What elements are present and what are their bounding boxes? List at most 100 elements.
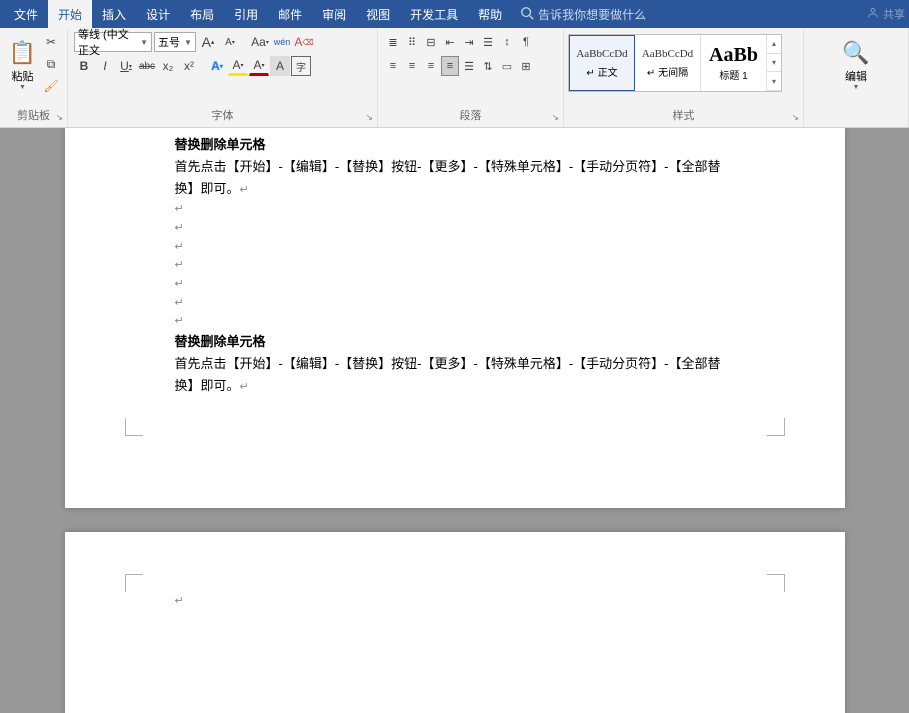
share-icon bbox=[866, 6, 880, 23]
tab-layout[interactable]: 布局 bbox=[180, 0, 224, 29]
tab-references[interactable]: 引用 bbox=[224, 0, 268, 29]
share-button[interactable]: 共享 bbox=[866, 6, 905, 23]
align-right-icon: ≡ bbox=[428, 60, 434, 72]
styles-scroll-down[interactable]: ▾ bbox=[767, 54, 781, 73]
scissors-icon: ✂ bbox=[46, 35, 56, 49]
copy-button[interactable]: ⧉ bbox=[41, 54, 61, 74]
tab-mailings[interactable]: 邮件 bbox=[268, 0, 312, 29]
char-border-button[interactable]: 字 bbox=[291, 56, 311, 76]
style-normal[interactable]: AaBbCcDd ↵ 正文 bbox=[569, 35, 635, 91]
font-launcher[interactable]: ↘ bbox=[365, 112, 373, 123]
search-icon bbox=[520, 6, 534, 23]
menu-tab-bar: 文件 开始 插入 设计 布局 引用 邮件 审阅 视图 开发工具 帮助 告诉我你想… bbox=[0, 0, 909, 28]
show-marks-button[interactable]: ¶ bbox=[517, 32, 535, 52]
superscript-button[interactable]: x² bbox=[179, 56, 199, 76]
font-color-button[interactable]: A▾ bbox=[249, 56, 269, 76]
format-painter-button[interactable]: 🖌 bbox=[41, 76, 61, 96]
tell-me-label: 告诉我你想要做什么 bbox=[538, 6, 646, 23]
bold-button[interactable]: B bbox=[74, 56, 94, 76]
paragraph-launcher[interactable]: ↘ bbox=[551, 112, 559, 123]
editing-button[interactable]: 🔍 编辑 ▼ bbox=[835, 32, 877, 98]
page-corner bbox=[767, 418, 785, 436]
paragraph-mark: ↵ bbox=[175, 256, 735, 275]
clear-formatting-button[interactable]: A⌫ bbox=[294, 32, 314, 52]
group-font: 等线 (中文正文▼ 五号▼ A▴ A▾ Aa▾ wén A⌫ B I U▾ ab… bbox=[68, 28, 378, 127]
page-corner bbox=[125, 418, 143, 436]
line-spacing-button[interactable]: ⇅ bbox=[479, 56, 497, 76]
direction-icon: ☰ bbox=[483, 36, 493, 49]
text-direction-button[interactable]: ☰ bbox=[479, 32, 497, 52]
tell-me-search[interactable]: 告诉我你想要做什么 bbox=[520, 6, 646, 23]
bullets-icon: ≣ bbox=[388, 36, 397, 49]
tab-developer[interactable]: 开发工具 bbox=[400, 0, 468, 29]
align-center-icon: ≡ bbox=[409, 60, 415, 72]
paragraph-mark: ↵ bbox=[175, 312, 735, 331]
tab-view[interactable]: 视图 bbox=[356, 0, 400, 29]
tab-help[interactable]: 帮助 bbox=[468, 0, 512, 29]
align-right-button[interactable]: ≡ bbox=[422, 56, 440, 76]
styles-scroll-up[interactable]: ▴ bbox=[767, 35, 781, 54]
align-left-button[interactable]: ≡ bbox=[384, 56, 402, 76]
highlight-button[interactable]: A▾ bbox=[228, 56, 248, 76]
styles-gallery: AaBbCcDd ↵ 正文 AaBbCcDd ↵ 无间隔 AaBb 标题 1 ▴… bbox=[568, 34, 782, 92]
shrink-font-button[interactable]: A▾ bbox=[220, 32, 240, 52]
line-spacing-icon: ⇅ bbox=[483, 60, 492, 73]
eraser-icon: ⌫ bbox=[302, 38, 313, 47]
style-heading1[interactable]: AaBb 标题 1 bbox=[701, 35, 767, 91]
document-area[interactable]: 替换删除单元格 首先点击【开始】-【编辑】-【替换】按钮-【更多】-【特殊单元格… bbox=[0, 128, 909, 713]
tab-file[interactable]: 文件 bbox=[4, 0, 48, 29]
shading-button[interactable]: ▭ bbox=[498, 56, 516, 76]
styles-launcher[interactable]: ↘ bbox=[791, 112, 799, 123]
cut-button[interactable]: ✂ bbox=[41, 32, 61, 52]
paragraph-mark: ↵ bbox=[175, 238, 735, 257]
doc-heading[interactable]: 替换删除单元格 bbox=[175, 331, 735, 353]
tab-insert[interactable]: 插入 bbox=[92, 0, 136, 29]
multilevel-icon: ⊟ bbox=[426, 36, 435, 49]
numbering-icon: ⠿ bbox=[408, 36, 416, 49]
subscript-button[interactable]: x₂ bbox=[158, 56, 178, 76]
group-clipboard: 📋 粘贴 ▼ ✂ ⧉ 🖌 剪贴板↘ bbox=[0, 28, 68, 127]
italic-button[interactable]: I bbox=[95, 56, 115, 76]
distribute-icon: ☰ bbox=[464, 60, 474, 73]
borders-button[interactable]: ⊞ bbox=[517, 56, 535, 76]
sort-button[interactable]: ↕ bbox=[498, 32, 516, 52]
tab-review[interactable]: 审阅 bbox=[312, 0, 356, 29]
page-corner bbox=[125, 574, 143, 592]
decrease-indent-button[interactable]: ⇤ bbox=[441, 32, 459, 52]
change-case-button[interactable]: Aa▾ bbox=[250, 32, 270, 52]
doc-body[interactable]: 首先点击【开始】-【编辑】-【替换】按钮-【更多】-【特殊单元格】-【手动分页符… bbox=[175, 156, 735, 200]
paste-button[interactable]: 📋 粘贴 ▼ bbox=[6, 32, 39, 98]
font-size-combo[interactable]: 五号▼ bbox=[154, 32, 196, 52]
paragraph-mark: ↵ bbox=[175, 219, 735, 238]
page-2: ↵ bbox=[65, 532, 845, 713]
styles-expand[interactable]: ▾ bbox=[767, 72, 781, 91]
bullets-button[interactable]: ≣ bbox=[384, 32, 402, 52]
font-family-combo[interactable]: 等线 (中文正文▼ bbox=[74, 32, 152, 52]
underline-button[interactable]: U▾ bbox=[116, 56, 136, 76]
grow-font-button[interactable]: A▴ bbox=[198, 32, 218, 52]
page-corner bbox=[767, 574, 785, 592]
align-center-button[interactable]: ≡ bbox=[403, 56, 421, 76]
strikethrough-button[interactable]: abc bbox=[137, 56, 157, 76]
multilevel-button[interactable]: ⊟ bbox=[422, 32, 440, 52]
style-no-spacing[interactable]: AaBbCcDd ↵ 无间隔 bbox=[635, 35, 701, 91]
phonetic-guide-button[interactable]: wén bbox=[272, 32, 292, 52]
tab-design[interactable]: 设计 bbox=[136, 0, 180, 29]
char-shading-button[interactable]: A bbox=[270, 56, 290, 76]
tab-home[interactable]: 开始 bbox=[48, 0, 92, 29]
numbering-button[interactable]: ⠿ bbox=[403, 32, 421, 52]
paragraph-mark: ↵ bbox=[175, 275, 735, 294]
doc-heading[interactable]: 替换删除单元格 bbox=[175, 134, 735, 156]
align-justify-button[interactable]: ≡ bbox=[441, 56, 459, 76]
pilcrow-icon: ¶ bbox=[523, 36, 529, 48]
find-icon: 🔍 bbox=[842, 40, 869, 66]
clipboard-launcher[interactable]: ↘ bbox=[55, 112, 63, 123]
text-effects-button[interactable]: A▾ bbox=[207, 56, 227, 76]
doc-body[interactable]: 首先点击【开始】-【编辑】-【替换】按钮-【更多】-【特殊单元格】-【手动分页符… bbox=[175, 353, 735, 397]
group-styles: AaBbCcDd ↵ 正文 AaBbCcDd ↵ 无间隔 AaBb 标题 1 ▴… bbox=[564, 28, 804, 127]
ribbon: 📋 粘贴 ▼ ✂ ⧉ 🖌 剪贴板↘ 等线 (中文正文▼ 五号▼ A▴ A▾ Aa… bbox=[0, 28, 909, 128]
paragraph-mark: ↵ bbox=[175, 592, 735, 611]
distribute-button[interactable]: ☰ bbox=[460, 56, 478, 76]
increase-indent-button[interactable]: ⇥ bbox=[460, 32, 478, 52]
align-justify-icon: ≡ bbox=[447, 60, 453, 72]
